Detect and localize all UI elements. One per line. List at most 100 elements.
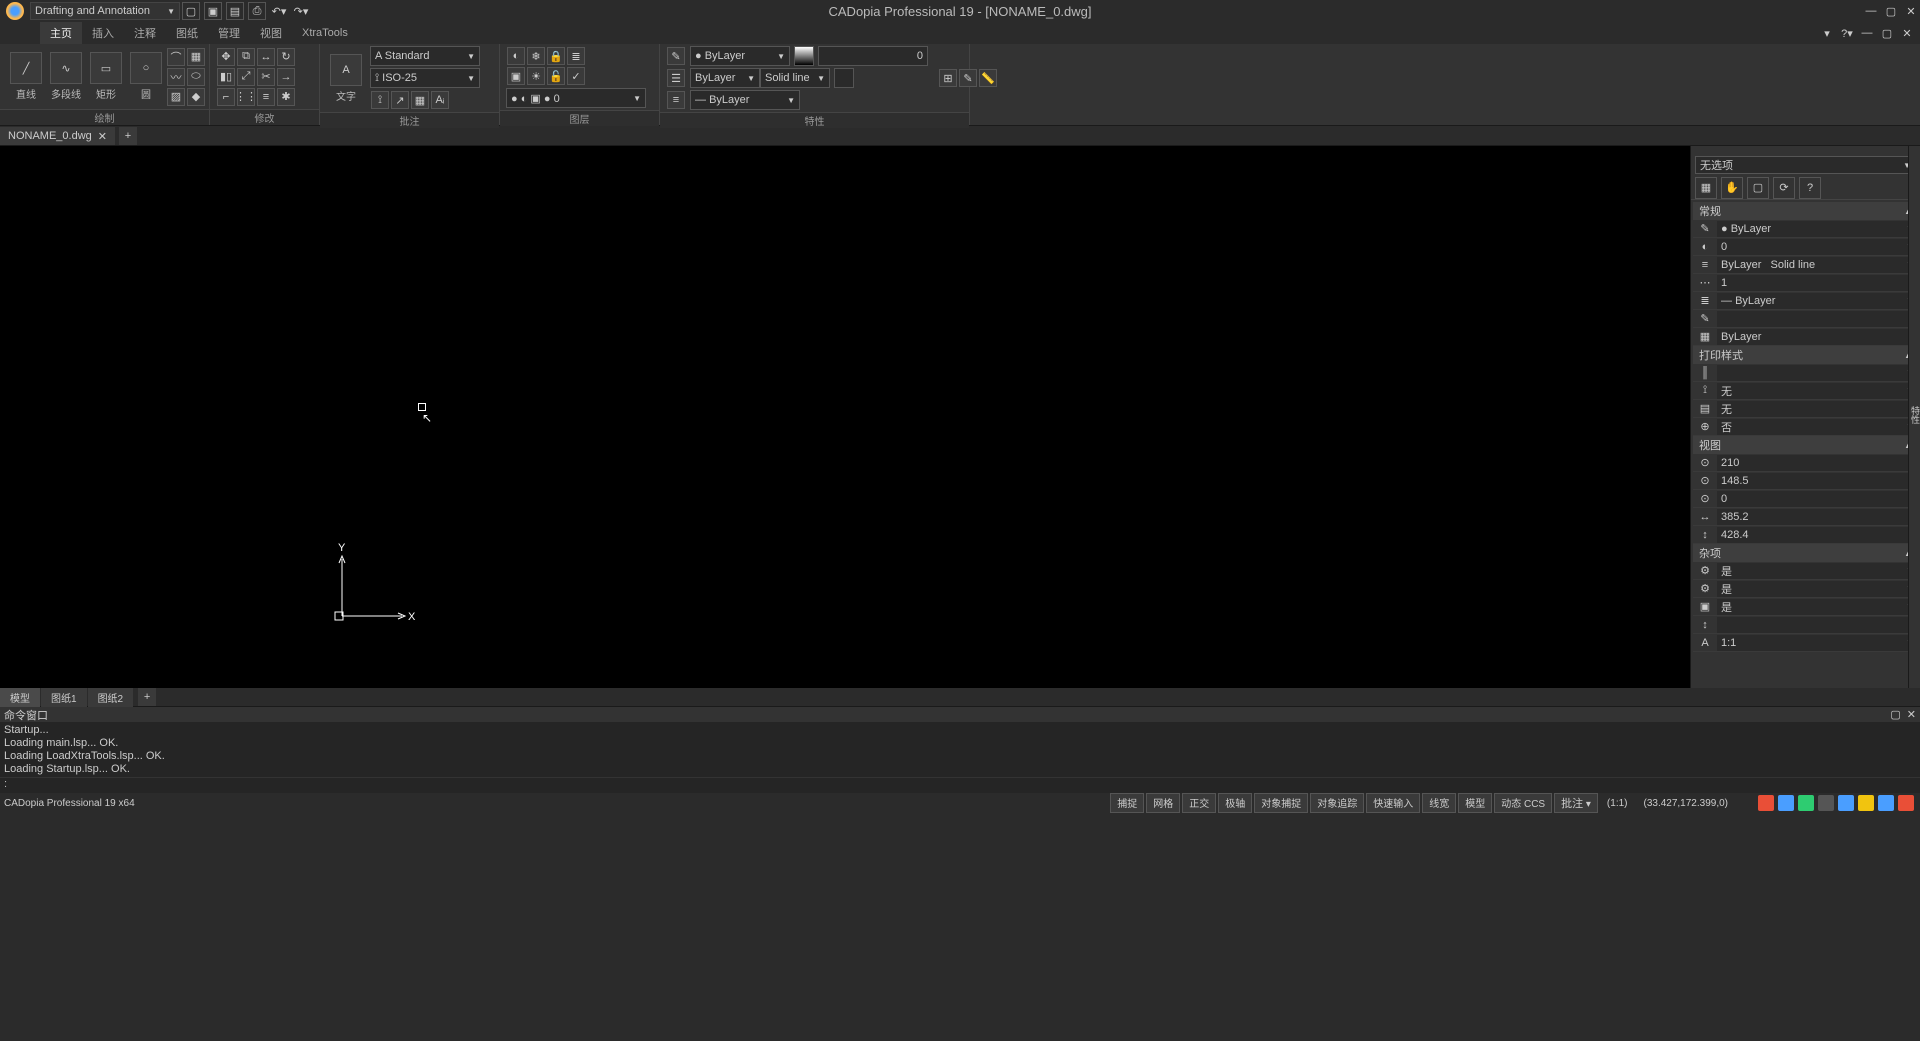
close-button[interactable]: ✕ <box>1902 2 1920 20</box>
transparency-field[interactable]: 0 <box>818 46 928 66</box>
ungroup-icon[interactable]: ✎ <box>959 69 977 87</box>
drawing-viewport[interactable]: ↖ Y X <box>0 146 1690 688</box>
tray-icon-8[interactable] <box>1898 795 1914 811</box>
tab-home[interactable]: 主页 <box>40 22 82 44</box>
section-view[interactable]: 视图▲ <box>1693 436 1918 454</box>
status-lwt[interactable]: 线宽 <box>1422 793 1456 813</box>
line-tool-icon[interactable]: ╱ <box>10 52 42 84</box>
trim-tool-icon[interactable]: ✂ <box>257 68 275 86</box>
status-snap[interactable]: 捕捉 <box>1110 793 1144 813</box>
misc1-value[interactable]: 是▼ <box>1717 563 1918 579</box>
misc5-value[interactable]: 1:1▼ <box>1717 635 1918 651</box>
layer-unlock-icon[interactable]: 🔓 <box>547 67 565 85</box>
qat-save-icon[interactable]: ▤ <box>226 2 244 20</box>
plot4-value[interactable]: 否▼ <box>1717 419 1918 435</box>
tray-icon-6[interactable] <box>1858 795 1874 811</box>
cmd-close-icon[interactable]: ✕ <box>1907 708 1916 721</box>
color-selector[interactable]: ● ByLayer▼ <box>690 46 790 66</box>
dim-style-selector[interactable]: ⟟ ISO-25▼ <box>370 68 480 88</box>
tray-icon-4[interactable] <box>1818 795 1834 811</box>
tray-icon-2[interactable] <box>1778 795 1794 811</box>
section-misc[interactable]: 杂项▲ <box>1693 544 1918 562</box>
misc3-value[interactable]: 是▼ <box>1717 599 1918 615</box>
lweight-value[interactable]: — ByLayer▼ <box>1717 293 1918 309</box>
plot1-value[interactable]: ▼ <box>1717 365 1918 381</box>
status-otrack[interactable]: 对象追踪 <box>1310 793 1364 813</box>
layout-tab-model[interactable]: 模型 <box>0 688 40 707</box>
color-value[interactable]: ● ByLayer▼ <box>1717 221 1918 237</box>
tab-view[interactable]: 视图 <box>250 22 292 44</box>
ellipse-tool-icon[interactable]: ⬭ <box>187 68 205 86</box>
matchprop-icon[interactable]: ✎ <box>667 47 685 65</box>
transparency-slider-icon[interactable] <box>794 46 814 66</box>
layer-value[interactable]: 0▼ <box>1717 239 1918 255</box>
list-icon[interactable]: ☰ <box>667 69 685 87</box>
tray-icon-3[interactable] <box>1798 795 1814 811</box>
fillet-tool-icon[interactable]: ⌐ <box>217 88 235 106</box>
text-tool-icon[interactable]: A <box>330 54 362 86</box>
doc-maximize-button[interactable]: ▢ <box>1878 24 1896 42</box>
ltype-value[interactable]: ByLayer Solid line▼ <box>1717 257 1918 273</box>
prop-toggle-icon[interactable]: ⟳ <box>1773 177 1795 199</box>
section-general[interactable]: 常规▲ <box>1693 202 1918 220</box>
close-tab-icon[interactable]: ✕ <box>98 130 107 143</box>
circle-tool-icon[interactable]: ○ <box>130 52 162 84</box>
selection-filter[interactable]: 无选项▼ <box>1695 156 1916 174</box>
hatch-tool-icon[interactable]: ▦ <box>187 48 205 66</box>
copy-tool-icon[interactable]: ⧉ <box>237 48 255 66</box>
stretch-tool-icon[interactable]: ↔ <box>257 48 275 66</box>
status-osnap[interactable]: 对象捕捉 <box>1254 793 1308 813</box>
point-tool-icon[interactable]: ◆ <box>187 88 205 106</box>
status-polar[interactable]: 极轴 <box>1218 793 1252 813</box>
layer-off-icon[interactable]: ◐ <box>507 47 525 65</box>
leader-tool-icon[interactable]: ↗ <box>391 91 409 109</box>
mtext-tool-icon[interactable]: Aᵢ <box>431 91 449 109</box>
rectangle-tool-icon[interactable]: ▭ <box>90 52 122 84</box>
region-tool-icon[interactable]: ▨ <box>167 88 185 106</box>
misc2-value[interactable]: 是▼ <box>1717 581 1918 597</box>
offset-tool-icon[interactable]: ≡ <box>257 88 275 106</box>
status-dyn[interactable]: 快速输入 <box>1366 793 1420 813</box>
section-plot[interactable]: 打印样式▲ <box>1693 346 1918 364</box>
layer-lock-icon[interactable]: 🔒 <box>547 47 565 65</box>
workspace-selector[interactable]: Drafting and Annotation▼ <box>30 2 180 20</box>
material-value[interactable]: ByLayer <box>1717 329 1918 345</box>
text-style-selector[interactable]: A Standard▼ <box>370 46 480 66</box>
tab-sheet[interactable]: 图纸 <box>166 22 208 44</box>
maximize-button[interactable]: ▢ <box>1882 2 1900 20</box>
qat-redo-icon[interactable]: ↷▾ <box>292 2 310 20</box>
prop-help-icon[interactable]: ? <box>1799 177 1821 199</box>
polyline-tool-icon[interactable]: ∿ <box>50 52 82 84</box>
ltype-selector[interactable]: ByLayer▼ <box>690 68 760 88</box>
ltype2-selector[interactable]: Solid line▼ <box>760 68 830 88</box>
lweight-selector[interactable]: — ByLayer▼ <box>690 90 800 110</box>
layout-tab-2[interactable]: 图纸2 <box>88 688 134 707</box>
prop-pickadd-icon[interactable]: ✋ <box>1721 177 1743 199</box>
measure-icon[interactable]: 📏 <box>979 69 997 87</box>
qat-undo-icon[interactable]: ↶▾ <box>270 2 288 20</box>
qat-new-icon[interactable]: ▢ <box>182 2 200 20</box>
tab-insert[interactable]: 插入 <box>82 22 124 44</box>
layer-freeze-icon[interactable]: ❄ <box>527 47 545 65</box>
table-tool-icon[interactable]: ▦ <box>411 91 429 109</box>
layout-tab-1[interactable]: 图纸1 <box>41 688 87 707</box>
tray-icon-1[interactable] <box>1758 795 1774 811</box>
layer-match-icon[interactable]: ✓ <box>567 67 585 85</box>
layer-thaw-icon[interactable]: ☀ <box>527 67 545 85</box>
status-anno[interactable]: 批注 ▾ <box>1554 793 1598 813</box>
layer-selector[interactable]: ● ◐ ▣ ● 0▼ <box>506 88 646 108</box>
doc-close-button[interactable]: ✕ <box>1898 24 1916 42</box>
status-ortho[interactable]: 正交 <box>1182 793 1216 813</box>
tab-manage[interactable]: 管理 <box>208 22 250 44</box>
extend-tool-icon[interactable]: → <box>277 68 295 86</box>
spline-tool-icon[interactable]: 〰 <box>167 68 185 86</box>
status-model[interactable]: 模型 <box>1458 793 1492 813</box>
lscale-value[interactable]: 1 <box>1717 275 1918 291</box>
thickness-value[interactable] <box>1717 311 1918 327</box>
dim-tool-icon[interactable]: ⟟ <box>371 91 389 109</box>
minimize-button[interactable]: — <box>1862 2 1880 20</box>
layer-manager-icon[interactable]: ≣ <box>567 47 585 65</box>
group-icon[interactable]: ⊞ <box>939 69 957 87</box>
tab-xtratools[interactable]: XtraTools <box>292 24 358 42</box>
array-tool-icon[interactable]: ⋮⋮ <box>237 88 255 106</box>
